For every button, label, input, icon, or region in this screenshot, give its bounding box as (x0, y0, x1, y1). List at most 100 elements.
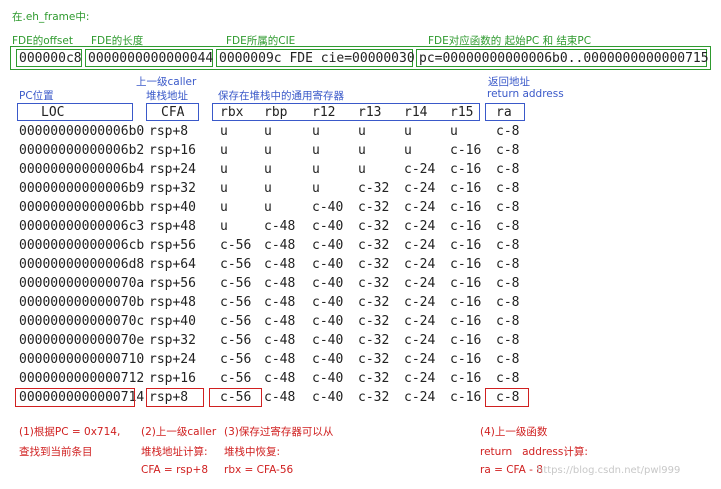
cell-rbp: u (264, 181, 272, 196)
cell-cfa: rsp+56 (149, 276, 196, 291)
cell-r12: u (312, 143, 320, 158)
cell-loc: 00000000000006d8 (19, 257, 145, 272)
cell-rbp: u (264, 200, 272, 215)
fde-pc-range-value: pc=00000000000006b0..0000000000000715 (419, 51, 709, 66)
rbx-highlight (209, 388, 262, 407)
cell-r15: c-16 (450, 219, 482, 234)
cell-r14: c-24 (404, 276, 436, 291)
eh-frame-title: 在.eh_frame中: (12, 11, 90, 23)
cell-ra: c-8 (496, 162, 520, 177)
cell-rbp: c-48 (264, 276, 296, 291)
note4-line1: (4)上一级函数 (480, 426, 548, 438)
cell-r15: c-16 (450, 333, 482, 348)
note1-line1: (1)根据PC = 0x714, (19, 426, 121, 438)
cell-ra: c-8 (496, 124, 520, 139)
cell-cfa: rsp+24 (149, 162, 196, 177)
note2-line1: (2)上一级caller (141, 426, 217, 438)
cell-r14: c-24 (404, 162, 436, 177)
fde-offset-value: 000000c8 (19, 51, 82, 66)
cell-cfa: rsp+16 (149, 143, 196, 158)
cell-loc: 000000000000070e (19, 333, 145, 348)
cell-r13: c-32 (358, 352, 390, 367)
cell-r13: c-32 (358, 371, 390, 386)
caller-header-line1: 上一级caller (136, 76, 197, 88)
cell-rbp: c-48 (264, 257, 296, 272)
cfa-highlight (146, 388, 204, 407)
cell-ra: c-8 (496, 143, 520, 158)
cell-rbp: c-48 (264, 390, 296, 405)
cell-loc: 00000000000006bb (19, 200, 145, 215)
cell-r14: c-24 (404, 333, 436, 348)
cell-rbx: c-56 (220, 314, 252, 329)
cell-r13: c-32 (358, 333, 390, 348)
cell-r12: c-40 (312, 219, 344, 234)
cell-r12: c-40 (312, 371, 344, 386)
col-header-rbx: rbx (220, 105, 244, 120)
cell-r15: c-16 (450, 181, 482, 196)
cell-r12: c-40 (312, 390, 344, 405)
cell-r13: c-32 (358, 200, 390, 215)
cell-rbp: c-48 (264, 295, 296, 310)
cell-r15: c-16 (450, 143, 482, 158)
col-header-rbp: rbp (264, 105, 288, 120)
cell-r12: u (312, 124, 320, 139)
cell-r14: c-24 (404, 219, 436, 234)
cell-ra: c-8 (496, 257, 520, 272)
cell-r15: c-16 (450, 257, 482, 272)
cell-cfa: rsp+48 (149, 219, 196, 234)
col-header-r15: r15 (450, 105, 474, 120)
cell-rbx: c-56 (220, 295, 252, 310)
note2-line3: CFA = rsp+8 (141, 464, 208, 476)
registers-header-box (212, 103, 480, 121)
cell-ra: c-8 (496, 314, 520, 329)
caller-header-line2: 堆栈地址 (146, 90, 188, 102)
cell-r13: c-32 (358, 295, 390, 310)
cell-rbx: c-56 (220, 352, 252, 367)
cell-rbx: c-56 (220, 371, 252, 386)
cell-r15: c-16 (450, 371, 482, 386)
cell-r15: c-16 (450, 295, 482, 310)
cell-r13: u (358, 143, 366, 158)
cell-loc: 00000000000006b0 (19, 124, 145, 139)
cell-cfa: rsp+24 (149, 352, 196, 367)
saved-registers-header: 保存在堆栈中的通用寄存器 (218, 90, 344, 102)
cell-ra: c-8 (496, 181, 520, 196)
cell-r12: c-40 (312, 333, 344, 348)
current-pc-highlight (15, 388, 135, 407)
cell-r14: u (404, 124, 412, 139)
cell-r13: c-32 (358, 181, 390, 196)
cell-loc: 00000000000006b4 (19, 162, 145, 177)
cell-rbp: c-48 (264, 238, 296, 253)
cell-cfa: rsp+8 (149, 124, 189, 139)
cell-ra: c-8 (496, 219, 520, 234)
cell-r13: c-32 (358, 276, 390, 291)
cell-loc: 00000000000006c3 (19, 219, 145, 234)
cell-r14: c-24 (404, 200, 436, 215)
cell-loc: 00000000000006b9 (19, 181, 145, 196)
cell-loc: 00000000000006b2 (19, 143, 145, 158)
cell-r14: c-24 (404, 181, 436, 196)
cell-loc: 000000000000070a (19, 276, 145, 291)
cell-ra: c-8 (496, 371, 520, 386)
fde-length-value: 0000000000000044 (88, 51, 214, 66)
cell-r13: c-32 (358, 314, 390, 329)
cell-r14: c-24 (404, 390, 436, 405)
cell-cfa: rsp+64 (149, 257, 196, 272)
cell-loc: 00000000000006cb (19, 238, 145, 253)
cell-r15: u (450, 124, 458, 139)
note3-line3: rbx = CFA-56 (224, 464, 294, 476)
cell-rbx: u (220, 143, 228, 158)
note2-line2: 堆栈地址计算: (141, 446, 208, 458)
cell-r13: c-32 (358, 219, 390, 234)
cell-r14: c-24 (404, 238, 436, 253)
ra-highlight (485, 388, 529, 407)
cell-ra: c-8 (496, 333, 520, 348)
cell-r12: c-40 (312, 200, 344, 215)
cell-rbp: u (264, 162, 272, 177)
cell-r15: c-16 (450, 238, 482, 253)
cell-r12: c-40 (312, 257, 344, 272)
cell-r12: u (312, 162, 320, 177)
cell-cfa: rsp+56 (149, 238, 196, 253)
cell-cfa: rsp+40 (149, 200, 196, 215)
cell-rbx: c-56 (220, 276, 252, 291)
